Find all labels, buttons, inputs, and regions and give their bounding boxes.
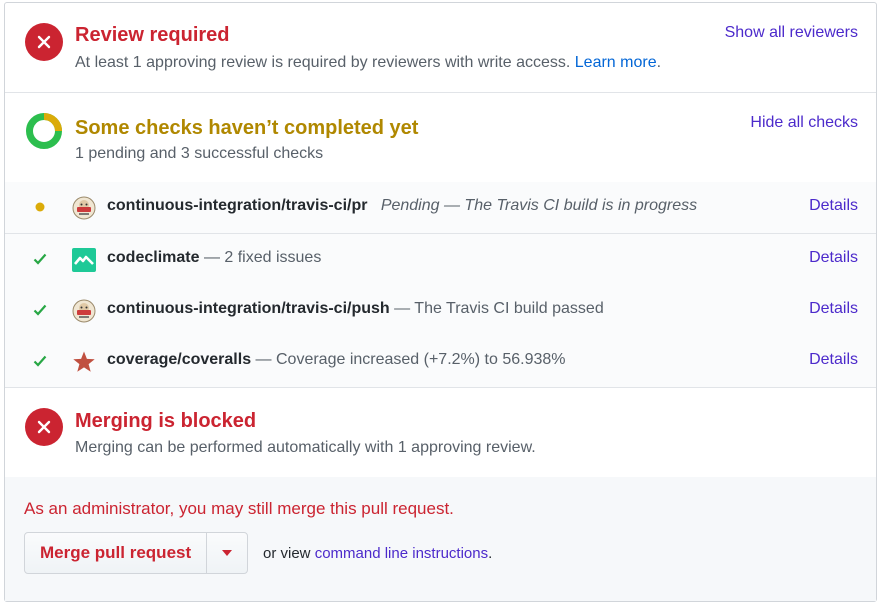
codeclimate-logo-icon (72, 248, 96, 272)
learn-more-link[interactable]: Learn more (575, 54, 657, 71)
merge-blocked-icon (25, 408, 63, 446)
merge-options-dropdown[interactable] (206, 533, 247, 573)
check-row-travis-pr: continuous-integration/travis-ci/pr Pend… (5, 182, 876, 234)
merge-blocked-title: Merging is blocked (75, 410, 257, 432)
check-row-travis-push: continuous-integration/travis-ci/push — … (5, 285, 876, 337)
review-subtitle-line: At least 1 approving review is required … (75, 54, 661, 72)
check-name: continuous-integration/travis-ci/pr (107, 197, 368, 214)
merge-status-box: Review required At least 1 approving rev… (4, 2, 877, 602)
command-line-instructions-link[interactable]: command line instructions (315, 545, 488, 562)
travis-ci-logo-icon (72, 196, 96, 220)
merge-button-group: Merge pull request (24, 532, 249, 574)
check-name: codeclimate (107, 249, 200, 266)
review-period: . (656, 54, 662, 71)
check-details-link[interactable]: Details (809, 197, 858, 215)
check-details-link[interactable]: Details (809, 351, 858, 369)
check-text: coverage/coveralls — Coverage increased … (107, 351, 566, 369)
check-details-link[interactable]: Details (809, 249, 858, 267)
merge-pull-request-button[interactable]: Merge pull request (25, 533, 206, 573)
check-description: — 2 fixed issues (203, 249, 322, 266)
check-row-codeclimate: codeclimate — 2 fixed issues Details (5, 234, 876, 286)
admin-merge-note: As an administrator, you may still merge… (24, 499, 454, 518)
check-name: coverage/coveralls (107, 351, 252, 368)
check-description: — Coverage increased (+7.2%) to 56.938% (255, 351, 566, 368)
checks-subtitle: 1 pending and 3 successful checks (75, 145, 324, 162)
caret-down-icon (222, 550, 233, 556)
check-text: continuous-integration/travis-ci/push — … (107, 300, 604, 318)
review-section: Review required At least 1 approving rev… (5, 3, 876, 93)
review-title: Review required (75, 24, 230, 46)
check-row-coveralls: coverage/coveralls — Coverage increased … (5, 336, 876, 388)
merge-blocked-section: Merging is blocked Merging can be perfor… (5, 388, 876, 478)
or-view-text: or view (263, 545, 311, 562)
check-name: continuous-integration/travis-ci/push (107, 300, 390, 317)
merge-blocked-subtitle: Merging can be performed automatically w… (75, 439, 536, 456)
check-description: Pending — The Travis CI build is in prog… (380, 197, 698, 214)
check-mark-icon (32, 353, 48, 369)
check-mark-icon (32, 251, 48, 267)
checks-section: Some checks haven’t completed yet 1 pend… (5, 92, 876, 183)
review-subtitle: At least 1 approving review is required … (75, 54, 571, 71)
hide-all-checks-link[interactable]: Hide all checks (750, 114, 858, 132)
check-mark-icon (32, 302, 48, 318)
coveralls-star-icon (72, 350, 96, 374)
checks-progress-ring-icon (25, 112, 63, 150)
pending-dot-icon (32, 199, 48, 215)
review-failed-icon (25, 23, 63, 61)
cli-instructions-line: or view command line instructions. (263, 545, 492, 562)
cli-period: . (488, 545, 493, 562)
show-all-reviewers-link[interactable]: Show all reviewers (725, 24, 858, 42)
check-details-link[interactable]: Details (809, 300, 858, 318)
check-text: codeclimate — 2 fixed issues (107, 249, 321, 267)
check-text: continuous-integration/travis-ci/pr Pend… (107, 197, 697, 215)
merge-action-area: As an administrator, you may still merge… (5, 477, 876, 601)
checks-title: Some checks haven’t completed yet (75, 117, 419, 139)
travis-ci-logo-icon (72, 299, 96, 323)
check-description: — The Travis CI build passed (394, 300, 604, 317)
